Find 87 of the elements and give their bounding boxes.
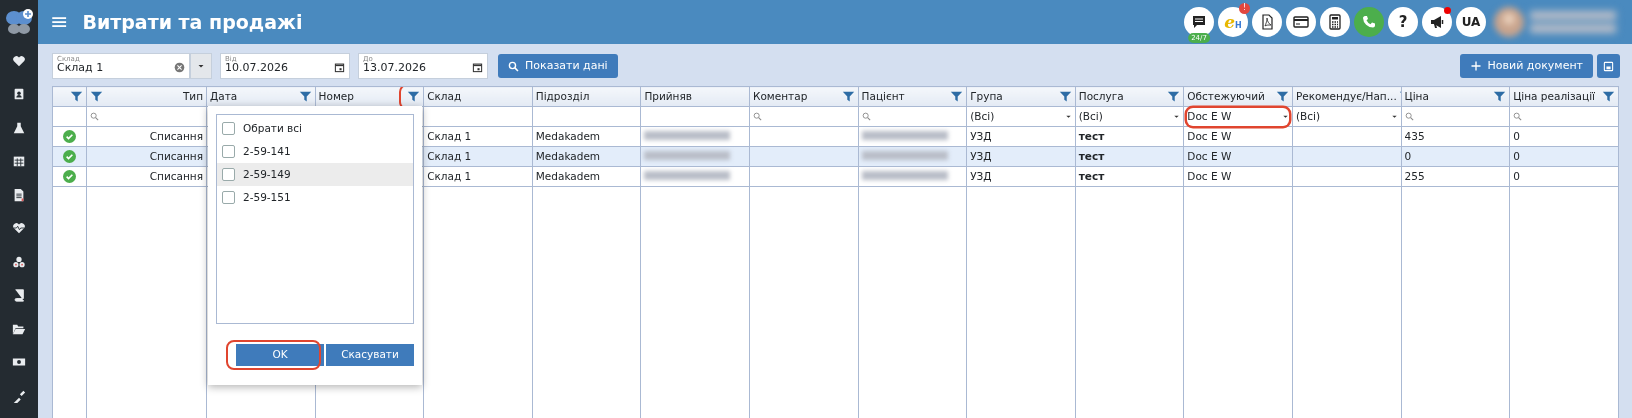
filter-icon[interactable] bbox=[70, 90, 83, 103]
filter-option[interactable]: 2-59-141 bbox=[217, 140, 413, 163]
checkbox[interactable] bbox=[222, 191, 235, 204]
search-icon[interactable] bbox=[861, 112, 871, 122]
table-cell: тест bbox=[1075, 126, 1184, 147]
table-cell: тест bbox=[1075, 166, 1184, 187]
search-icon bbox=[508, 60, 519, 72]
help-button[interactable]: ? bbox=[1388, 7, 1418, 37]
calendar-icon[interactable] bbox=[12, 154, 26, 169]
filter-icon[interactable] bbox=[1601, 90, 1615, 103]
calendar-icon[interactable] bbox=[472, 62, 483, 73]
avatar-icon bbox=[1494, 7, 1524, 37]
cubes-icon[interactable] bbox=[12, 254, 26, 269]
search-icon[interactable] bbox=[1404, 112, 1414, 122]
search-icon[interactable] bbox=[1513, 112, 1523, 122]
caret-icon bbox=[1064, 113, 1072, 120]
calendar-icon[interactable] bbox=[334, 62, 345, 73]
filter-icon[interactable] bbox=[1167, 90, 1181, 103]
table-cell: УЗД bbox=[966, 126, 1076, 147]
table-cell: 0 bbox=[1509, 166, 1619, 187]
caret-icon bbox=[1281, 113, 1289, 120]
checkbox[interactable] bbox=[222, 122, 235, 135]
contact-card-icon[interactable] bbox=[12, 87, 26, 102]
phone-icon bbox=[1361, 14, 1377, 30]
filter-option[interactable]: 2-59-151 bbox=[217, 186, 413, 209]
table-cell: Склад 1 bbox=[423, 166, 533, 187]
caret-icon bbox=[1173, 113, 1181, 120]
megaphone-icon bbox=[1429, 14, 1445, 30]
flask-icon[interactable] bbox=[12, 120, 26, 135]
table-cell: Списання bbox=[86, 166, 207, 187]
table-cell: 435 bbox=[1401, 126, 1510, 147]
plus-icon bbox=[1469, 60, 1482, 72]
filter-icon[interactable] bbox=[841, 90, 855, 103]
clear-icon[interactable] bbox=[174, 62, 185, 73]
table-cell: Склад 1 bbox=[423, 126, 533, 147]
table-cell: 255 bbox=[1401, 166, 1510, 187]
check-icon bbox=[63, 170, 76, 184]
table-cell: Списання bbox=[86, 126, 207, 147]
table-cell: 0 bbox=[1509, 126, 1619, 147]
pdf-button[interactable] bbox=[1252, 7, 1282, 37]
caret-icon bbox=[1390, 113, 1398, 120]
megaphone-button[interactable] bbox=[1422, 7, 1452, 37]
chat-icon bbox=[1191, 14, 1207, 30]
heart-icon[interactable] bbox=[12, 53, 26, 68]
show-data-button[interactable]: Показати дані bbox=[498, 54, 618, 78]
check-icon bbox=[63, 150, 76, 164]
filter-icon[interactable] bbox=[1275, 90, 1289, 103]
table-cell: Doc E W bbox=[1183, 166, 1293, 187]
table-cell: Medakadem bbox=[532, 166, 641, 187]
cancel-button[interactable]: Скасувати bbox=[326, 344, 414, 366]
filter-icon[interactable] bbox=[407, 90, 421, 103]
new-document-button[interactable]: Новий документ bbox=[1459, 54, 1593, 78]
heart-pulse-icon[interactable] bbox=[12, 221, 26, 236]
filter-icon[interactable] bbox=[90, 90, 103, 103]
table-cell: Medakadem bbox=[532, 126, 641, 147]
calculator-button[interactable] bbox=[1320, 7, 1350, 37]
checkbox[interactable] bbox=[222, 168, 235, 181]
table-cell: Doc E W bbox=[1183, 126, 1293, 147]
table-cell: УЗД bbox=[966, 166, 1076, 187]
ok-button[interactable]: OK bbox=[236, 344, 324, 366]
column-header[interactable]: Ціна bbox=[1404, 88, 1429, 105]
checkbox[interactable] bbox=[222, 145, 235, 158]
language-button[interactable]: UA bbox=[1456, 7, 1486, 37]
phone-button[interactable] bbox=[1354, 7, 1384, 37]
card-button[interactable] bbox=[1286, 7, 1316, 37]
page-title: Витрати та продажі bbox=[82, 9, 303, 35]
card-icon bbox=[1293, 14, 1309, 30]
ehealth-button[interactable]: eH bbox=[1218, 7, 1248, 37]
save-icon bbox=[1603, 60, 1614, 72]
menu-icon[interactable]: ≡ bbox=[50, 11, 69, 33]
butterfly-logo-icon bbox=[4, 7, 34, 37]
filter-icon[interactable] bbox=[950, 90, 964, 103]
notification-badge: ! bbox=[1239, 3, 1250, 14]
caret-icon bbox=[197, 62, 205, 70]
calculator-icon bbox=[1327, 14, 1343, 30]
search-icon[interactable] bbox=[90, 112, 99, 122]
document-icon[interactable] bbox=[12, 187, 26, 202]
filter-option[interactable]: 2-59-149 bbox=[217, 163, 413, 186]
filter-icon[interactable] bbox=[1058, 90, 1072, 103]
filter-option[interactable]: Обрати всі bbox=[217, 117, 413, 140]
search-icon[interactable] bbox=[752, 112, 762, 122]
export-button[interactable] bbox=[1597, 54, 1620, 78]
column-header[interactable]: Тип bbox=[182, 88, 203, 105]
filter-icon[interactable] bbox=[298, 90, 312, 103]
check-icon bbox=[63, 130, 76, 144]
filter-icon[interactable] bbox=[1493, 90, 1507, 103]
pdf-icon bbox=[1259, 14, 1275, 30]
